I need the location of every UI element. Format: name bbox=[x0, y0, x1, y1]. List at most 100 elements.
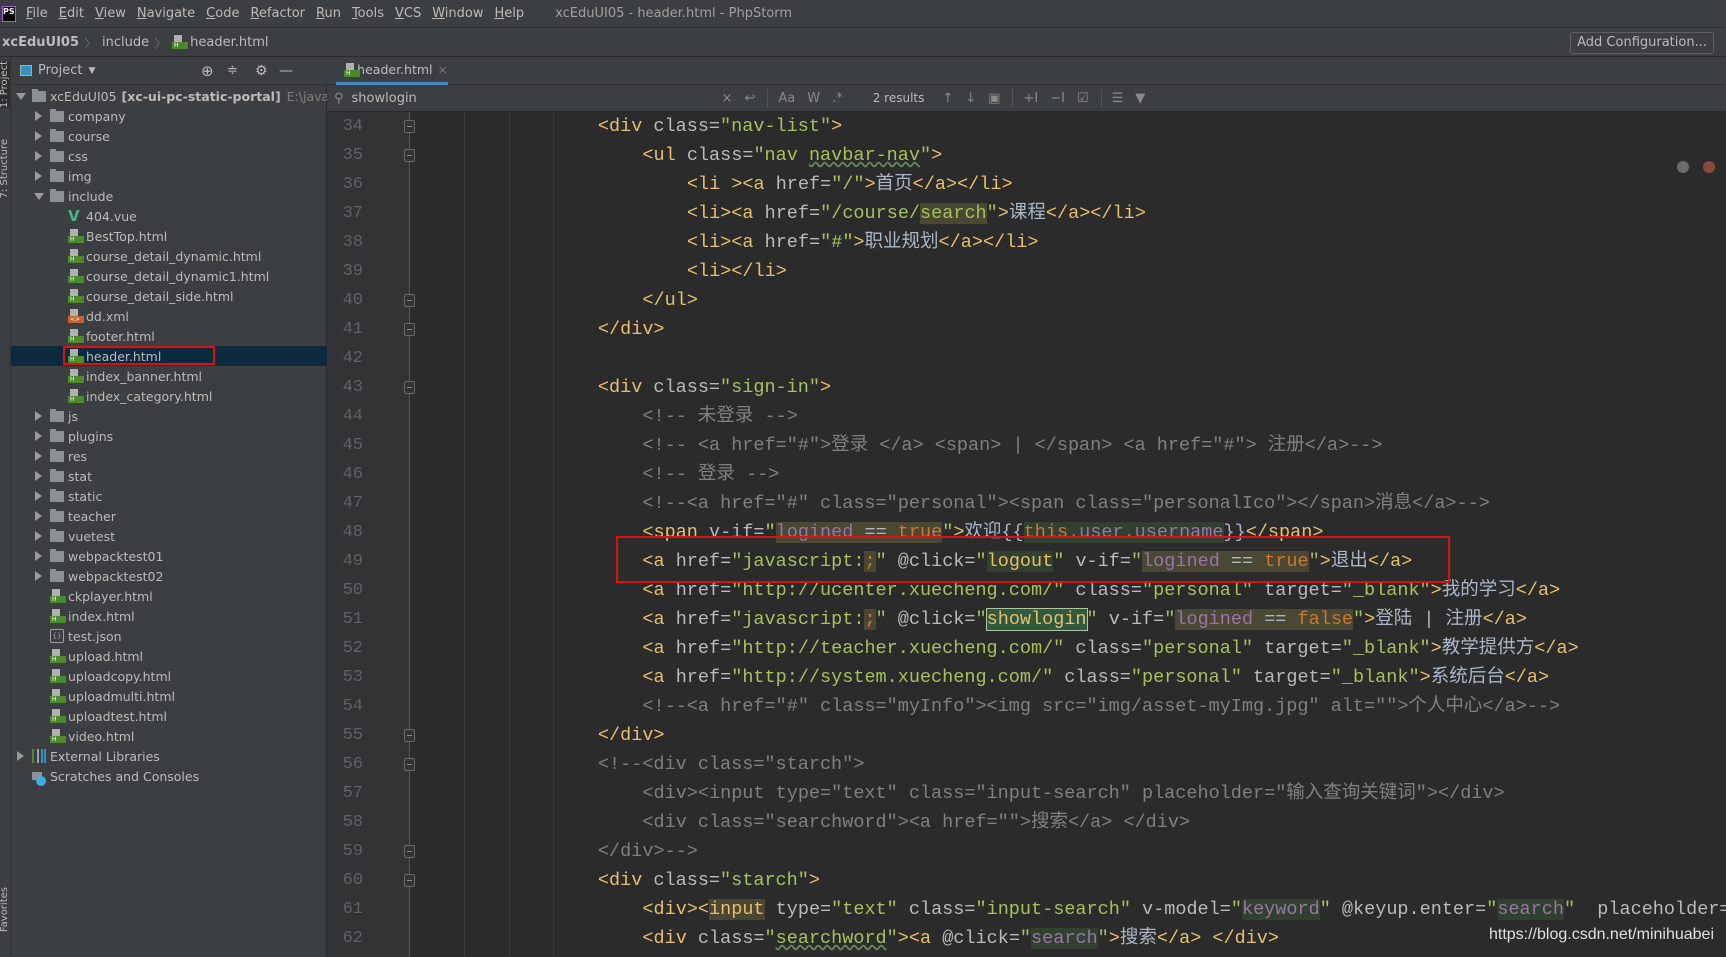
collapse-arrow-icon[interactable] bbox=[35, 451, 42, 461]
project-panel-title[interactable]: Project bbox=[38, 63, 82, 78]
favorites-tool-tab[interactable]: Favorites bbox=[0, 887, 10, 932]
search-icon[interactable]: ⚲ bbox=[334, 91, 344, 106]
add-selection-icon[interactable]: +I bbox=[1023, 91, 1038, 106]
fold-end-icon[interactable] bbox=[404, 294, 415, 307]
collapse-arrow-icon[interactable] bbox=[35, 471, 42, 481]
menu-edit[interactable]: Edit bbox=[59, 6, 84, 21]
tree-item[interactable]: uploadcopy.html bbox=[11, 666, 327, 686]
collapse-all-icon[interactable]: ≑ bbox=[227, 63, 238, 78]
menu-file[interactable]: File bbox=[26, 6, 48, 21]
match-case-toggle[interactable]: Aa bbox=[778, 91, 795, 106]
tree-item[interactable]: video.html bbox=[11, 726, 327, 746]
tree-item[interactable]: ckplayer.html bbox=[11, 586, 327, 606]
hide-icon[interactable]: — bbox=[279, 63, 293, 79]
menu-run[interactable]: Run bbox=[316, 6, 341, 21]
words-toggle[interactable]: W bbox=[807, 91, 820, 106]
tree-item[interactable]: {} test.json bbox=[11, 626, 327, 646]
select-all-occurrences-icon[interactable]: ▣ bbox=[988, 91, 1000, 106]
collapse-arrow-icon[interactable] bbox=[35, 151, 42, 161]
tab-header-html[interactable]: header.html × bbox=[336, 57, 448, 85]
tree-item[interactable]: V 404.vue bbox=[11, 206, 327, 226]
filter-icon[interactable]: ▼ bbox=[1135, 91, 1145, 106]
tree-item[interactable]: uploadmulti.html bbox=[11, 686, 327, 706]
collapse-arrow-icon[interactable] bbox=[35, 411, 42, 421]
tree-item[interactable]: course_detail_dynamic.html bbox=[11, 246, 327, 266]
fold-end-icon[interactable] bbox=[404, 729, 415, 742]
gear-icon[interactable]: ⚙ bbox=[255, 63, 268, 79]
breadcrumb-file[interactable]: header.html bbox=[190, 35, 268, 50]
structure-tool-tab[interactable]: 7: Structure bbox=[0, 139, 10, 198]
collapse-arrow-icon[interactable] bbox=[35, 531, 42, 541]
menu-tools[interactable]: Tools bbox=[352, 6, 384, 21]
browser-chrome-icon[interactable] bbox=[1677, 161, 1689, 173]
tree-item[interactable]: BestTop.html bbox=[11, 226, 327, 246]
fold-collapse-icon[interactable] bbox=[404, 758, 415, 771]
dropdown-icon[interactable]: ▼ bbox=[88, 66, 95, 76]
menu-refactor[interactable]: Refactor bbox=[250, 6, 305, 21]
regex-toggle[interactable]: .* bbox=[832, 91, 843, 106]
search-input[interactable]: showlogin bbox=[352, 91, 722, 106]
tree-item[interactable]: webpacktest02 bbox=[11, 566, 327, 586]
tree-item[interactable]: company bbox=[11, 106, 327, 126]
tree-item[interactable]: footer.html bbox=[11, 326, 327, 346]
tree-item[interactable]: js bbox=[11, 406, 327, 426]
tree-item[interactable]: Scratches and Consoles bbox=[11, 766, 327, 786]
expand-arrow-icon[interactable] bbox=[34, 192, 44, 200]
tree-item[interactable]: static bbox=[11, 486, 327, 506]
collapse-arrow-icon[interactable] bbox=[35, 511, 42, 521]
breadcrumb-project[interactable]: xcEduUI05 bbox=[2, 35, 79, 50]
toggle-selection-icon[interactable]: ☑ bbox=[1077, 91, 1089, 106]
collapse-arrow-icon[interactable] bbox=[35, 171, 42, 181]
fold-end-icon[interactable] bbox=[404, 845, 415, 858]
tree-item[interactable]: res bbox=[11, 446, 327, 466]
tree-item[interactable]: img bbox=[11, 166, 327, 186]
tree-item[interactable]: css bbox=[11, 146, 327, 166]
tree-item[interactable]: include bbox=[11, 186, 327, 206]
arrow-up-icon[interactable]: ↑ bbox=[942, 91, 953, 106]
fold-collapse-icon[interactable] bbox=[404, 120, 415, 133]
close-icon[interactable]: × bbox=[438, 62, 448, 77]
collapse-arrow-icon[interactable] bbox=[35, 491, 42, 501]
expand-arrow-icon[interactable] bbox=[16, 92, 26, 100]
menu-view[interactable]: View bbox=[95, 6, 126, 21]
menu-vcs[interactable]: VCS bbox=[395, 6, 421, 21]
tree-item[interactable]: upload.html bbox=[11, 646, 327, 666]
locate-icon[interactable]: ⊕ bbox=[201, 62, 214, 80]
collapse-arrow-icon[interactable] bbox=[35, 431, 42, 441]
collapse-arrow-icon[interactable] bbox=[35, 551, 42, 561]
collapse-arrow-icon[interactable] bbox=[35, 111, 42, 121]
add-configuration-button[interactable]: Add Configuration... bbox=[1570, 32, 1714, 54]
menu-help[interactable]: Help bbox=[495, 6, 525, 21]
tree-item[interactable]: xcEduUI05[xc-ui-pc-static-portal]E:\java… bbox=[11, 86, 366, 106]
new-line-icon[interactable]: ↩ bbox=[744, 91, 755, 106]
browser-firefox-icon[interactable] bbox=[1703, 161, 1715, 173]
fold-end-icon[interactable] bbox=[404, 323, 415, 336]
clear-icon[interactable]: × bbox=[722, 91, 733, 106]
tree-item[interactable]: dd.xml bbox=[11, 306, 327, 326]
breadcrumb-folder[interactable]: include bbox=[102, 35, 149, 50]
fold-collapse-icon[interactable] bbox=[404, 381, 415, 394]
tree-item[interactable]: uploadtest.html bbox=[11, 706, 327, 726]
tree-item[interactable]: course bbox=[11, 126, 327, 146]
tree-item[interactable]: index_category.html bbox=[11, 386, 327, 406]
tree-item[interactable]: External Libraries bbox=[11, 746, 327, 766]
fold-collapse-icon[interactable] bbox=[404, 874, 415, 887]
menu-window[interactable]: Window bbox=[432, 6, 483, 21]
collapse-arrow-icon[interactable] bbox=[35, 571, 42, 581]
menu-navigate[interactable]: Navigate bbox=[137, 6, 195, 21]
tree-item[interactable]: stat bbox=[11, 466, 327, 486]
tree-item[interactable]: teacher bbox=[11, 506, 327, 526]
code-editor[interactable]: 34 <div class="nav-list"> 35 <ul class="nav… bbox=[327, 112, 1726, 957]
tree-item[interactable]: index.html bbox=[11, 606, 327, 626]
tree-item[interactable]: vuetest bbox=[11, 526, 327, 546]
collapse-arrow-icon[interactable] bbox=[17, 751, 24, 761]
arrow-down-icon[interactable]: ↓ bbox=[965, 91, 976, 106]
in-selection-icon[interactable]: ☰ bbox=[1112, 91, 1124, 106]
project-tool-tab[interactable]: 1: Project bbox=[0, 61, 10, 109]
tree-item[interactable]: plugins bbox=[11, 426, 327, 446]
remove-selection-icon[interactable]: −I bbox=[1050, 91, 1065, 106]
tree-item[interactable]: course_detail_dynamic1.html bbox=[11, 266, 327, 286]
tree-item[interactable]: webpacktest01 bbox=[11, 546, 327, 566]
tree-item[interactable]: index_banner.html bbox=[11, 366, 327, 386]
menu-code[interactable]: Code bbox=[206, 6, 239, 21]
